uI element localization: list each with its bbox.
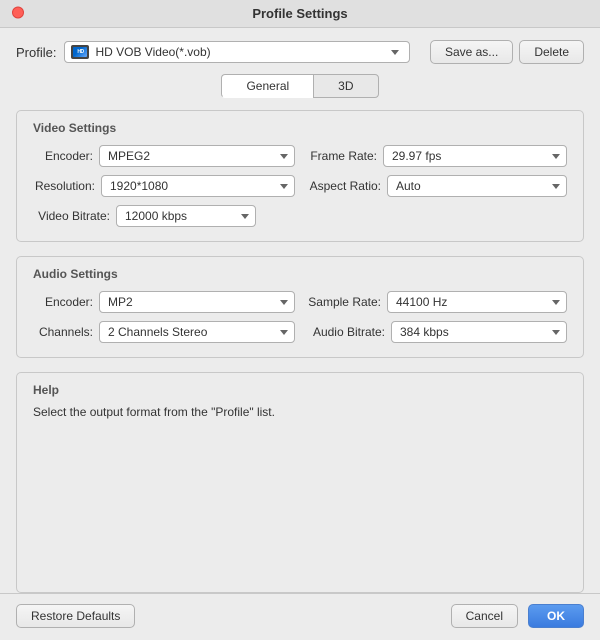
resolution-select[interactable]: 1920*1080 1280*720 720*480 720*576: [101, 175, 295, 197]
video-settings-section: Video Settings Encoder: MPEG2 H.264 H.26…: [16, 110, 584, 242]
profile-select-wrap: HD HD VOB Video(*.vob) SD VOB Video(*.vo…: [64, 41, 409, 63]
audio-encoder-select[interactable]: MP2 MP3 AAC AC3: [99, 291, 295, 313]
help-text: Select the output format from the "Profi…: [33, 405, 567, 419]
channels-label: Channels:: [33, 325, 93, 339]
tab-3d[interactable]: 3D: [313, 74, 378, 98]
close-button[interactable]: [12, 6, 24, 18]
encoder-select-wrap: MPEG2 H.264 H.265 MPEG4: [99, 145, 295, 167]
videobitrate-select[interactable]: 12000 kbps 8000 kbps 6000 kbps 4000 kbps: [116, 205, 256, 227]
ok-button[interactable]: OK: [528, 604, 584, 628]
cancel-button[interactable]: Cancel: [451, 604, 518, 628]
bottom-bar: Restore Defaults Cancel OK: [0, 593, 600, 640]
videobitrate-select-wrap: 12000 kbps 8000 kbps 6000 kbps 4000 kbps: [116, 205, 256, 227]
framerate-field-row: Frame Rate: 29.97 fps 23.976 fps 25 fps …: [305, 145, 567, 167]
video-fields-grid: Encoder: MPEG2 H.264 H.265 MPEG4 Frame R…: [33, 145, 567, 197]
audio-encoder-select-wrap: MP2 MP3 AAC AC3: [99, 291, 295, 313]
samplerate-select[interactable]: 44100 Hz 48000 Hz 22050 Hz: [387, 291, 567, 313]
samplerate-select-wrap: 44100 Hz 48000 Hz 22050 Hz: [387, 291, 567, 313]
videobitrate-label: Video Bitrate:: [33, 209, 110, 223]
traffic-lights: [12, 6, 24, 21]
resolution-label: Resolution:: [33, 179, 95, 193]
channels-select[interactable]: 2 Channels Stereo 1 Channel Mono 6 Chann…: [99, 321, 295, 343]
encoder-label: Encoder:: [33, 149, 93, 163]
video-encoder-select[interactable]: MPEG2 H.264 H.265 MPEG4: [99, 145, 295, 167]
resolution-select-wrap: 1920*1080 1280*720 720*480 720*576: [101, 175, 295, 197]
bottom-right-buttons: Cancel OK: [451, 604, 584, 628]
aspectratio-select[interactable]: Auto 4:3 16:9: [387, 175, 567, 197]
framerate-select-wrap: 29.97 fps 23.976 fps 25 fps 30 fps 59.94…: [383, 145, 567, 167]
profile-label: Profile:: [16, 45, 56, 60]
aspectratio-label: Aspect Ratio:: [305, 179, 381, 193]
framerate-label: Frame Rate:: [305, 149, 377, 163]
profile-icon-inner: HD: [73, 47, 87, 57]
tab-general[interactable]: General: [221, 74, 313, 98]
audio-encoder-label: Encoder:: [33, 295, 93, 309]
audiobitrate-field-row: Audio Bitrate: 384 kbps 256 kbps 192 kbp…: [305, 321, 567, 343]
profile-icon: HD: [71, 45, 89, 59]
profile-row: Profile: HD HD VOB Video(*.vob) SD VOB V…: [16, 40, 584, 64]
audio-fields-grid: Encoder: MP2 MP3 AAC AC3 Sample Rate: 44…: [33, 291, 567, 343]
help-section: Help Select the output format from the "…: [16, 372, 584, 593]
profile-select[interactable]: HD VOB Video(*.vob) SD VOB Video(*.vob) …: [93, 45, 402, 59]
title-bar: Profile Settings: [0, 0, 600, 28]
resolution-field-row: Resolution: 1920*1080 1280*720 720*480 7…: [33, 175, 295, 197]
audio-settings-section: Audio Settings Encoder: MP2 MP3 AAC AC3 …: [16, 256, 584, 358]
audiobitrate-select[interactable]: 384 kbps 256 kbps 192 kbps 128 kbps: [391, 321, 567, 343]
channels-select-wrap: 2 Channels Stereo 1 Channel Mono 6 Chann…: [99, 321, 295, 343]
videobitrate-field-row: Video Bitrate: 12000 kbps 8000 kbps 6000…: [33, 205, 567, 227]
audio-settings-title: Audio Settings: [33, 267, 567, 281]
aspectratio-select-wrap: Auto 4:3 16:9: [387, 175, 567, 197]
audiobitrate-label: Audio Bitrate:: [305, 325, 385, 339]
save-as-button[interactable]: Save as...: [430, 40, 513, 64]
delete-button[interactable]: Delete: [519, 40, 584, 64]
aspectratio-field-row: Aspect Ratio: Auto 4:3 16:9: [305, 175, 567, 197]
video-settings-title: Video Settings: [33, 121, 567, 135]
channels-field-row: Channels: 2 Channels Stereo 1 Channel Mo…: [33, 321, 295, 343]
samplerate-field-row: Sample Rate: 44100 Hz 48000 Hz 22050 Hz: [305, 291, 567, 313]
help-title: Help: [33, 383, 567, 397]
audiobitrate-select-wrap: 384 kbps 256 kbps 192 kbps 128 kbps: [391, 321, 567, 343]
encoder-field-row: Encoder: MPEG2 H.264 H.265 MPEG4: [33, 145, 295, 167]
window-title: Profile Settings: [252, 6, 347, 21]
framerate-select[interactable]: 29.97 fps 23.976 fps 25 fps 30 fps 59.94…: [383, 145, 567, 167]
samplerate-label: Sample Rate:: [305, 295, 381, 309]
audio-encoder-field-row: Encoder: MP2 MP3 AAC AC3: [33, 291, 295, 313]
profile-icon-text: HD: [77, 49, 83, 55]
main-content: Profile: HD HD VOB Video(*.vob) SD VOB V…: [0, 28, 600, 593]
restore-defaults-button[interactable]: Restore Defaults: [16, 604, 135, 628]
tabs-row: General 3D: [16, 74, 584, 98]
